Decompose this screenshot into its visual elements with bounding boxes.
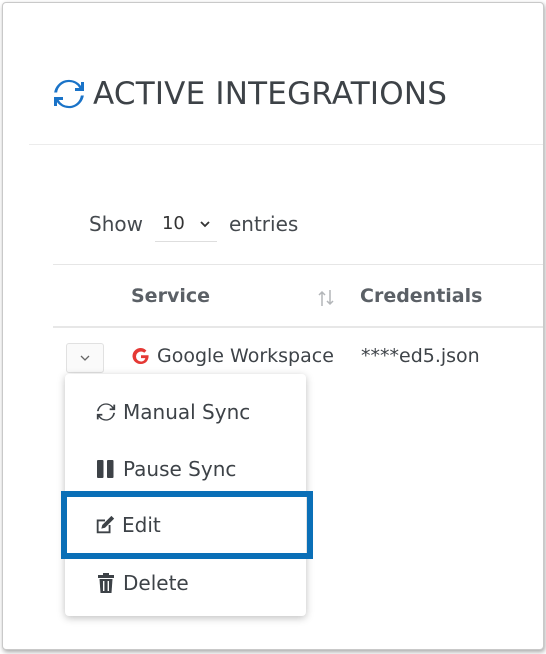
- chevron-down-icon: [200, 220, 210, 227]
- service-name: Google Workspace: [157, 345, 334, 367]
- page-length-control: Show 10 entries: [89, 206, 298, 242]
- row-actions-menu: Manual Sync Pause Sync Edit Delete: [61, 374, 313, 616]
- trash-icon: [98, 572, 114, 593]
- edit-icon: [96, 515, 115, 534]
- table-cell-service: Google Workspace: [131, 345, 334, 367]
- page-length-select[interactable]: 10: [154, 206, 217, 242]
- sync-icon: [96, 402, 116, 421]
- table-top-border: [53, 264, 543, 265]
- chevron-down-icon: [80, 355, 90, 361]
- sort-up-down-icon[interactable]: [315, 287, 337, 309]
- table-cell-credentials: ****ed5.json: [361, 345, 480, 367]
- entries-label: entries: [228, 212, 299, 236]
- google-icon: [132, 348, 149, 365]
- menu-item-label: Manual Sync: [123, 399, 251, 424]
- header-divider: [29, 144, 543, 145]
- pause-icon: [97, 459, 114, 478]
- menu-item-manual-sync[interactable]: Manual Sync: [65, 383, 306, 440]
- sync-icon: [54, 79, 84, 109]
- page-title: ACTIVE INTEGRATIONS: [93, 76, 448, 112]
- column-header-credentials[interactable]: Credentials: [360, 285, 482, 307]
- table-header-border: [53, 326, 543, 328]
- page-length-value: 10: [161, 213, 185, 234]
- window-frame: ACTIVE INTEGRATIONS Show 10 entries Serv…: [2, 2, 544, 650]
- column-header-service[interactable]: Service: [131, 285, 210, 307]
- menu-item-label: Delete: [123, 570, 189, 595]
- menu-item-edit[interactable]: Edit: [61, 491, 313, 559]
- row-expand-button[interactable]: [66, 343, 104, 373]
- page-header: ACTIVE INTEGRATIONS: [51, 71, 447, 117]
- show-label: Show: [89, 212, 143, 236]
- menu-item-pause-sync[interactable]: Pause Sync: [65, 440, 306, 497]
- menu-item-delete[interactable]: Delete: [65, 554, 306, 611]
- menu-item-label: Edit: [122, 513, 161, 537]
- menu-item-label: Pause Sync: [123, 456, 237, 481]
